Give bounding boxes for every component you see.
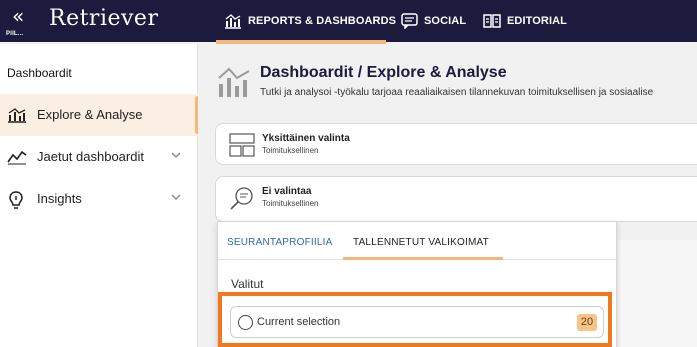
card-title: Ei valintaa xyxy=(262,186,312,197)
nav-reports-dashboards[interactable]: REPORTS & DASHBOARDS xyxy=(224,0,396,42)
panel-tabs: SEURANTAPROFIILIA TALLENNETUT VALIKOIMAT xyxy=(218,222,618,260)
lightbulb-icon xyxy=(9,191,23,209)
sidebar-header: Dashboardit xyxy=(0,44,197,95)
trend-line-icon xyxy=(7,150,27,165)
tab-seurantaprofiilia[interactable]: SEURANTAPROFIILIA xyxy=(227,237,332,248)
collapse-label: PIIL... xyxy=(6,31,24,37)
background-area xyxy=(618,240,697,347)
nav-social-label: SOCIAL xyxy=(424,15,467,27)
tab-tallennetut-valikoimat[interactable]: TALLENNETUT VALIKOIMAT xyxy=(353,237,489,248)
sidebar-item-jaetut-dashboardit[interactable]: Jaetut dashboardit xyxy=(0,136,198,178)
selection-card-yksittainen[interactable]: Yksittäinen valinta Toimituksellinen xyxy=(215,123,697,165)
bar-chart-icon xyxy=(225,14,241,29)
chevron-down-icon[interactable] xyxy=(170,149,182,161)
top-bar: « PIIL... Retriever REPORTS & DASHBOARDS… xyxy=(0,0,697,42)
page-description: Tutki ja analysoi -työkalu tarjoaa reaal… xyxy=(260,87,654,98)
section-label: Valitut xyxy=(231,277,264,291)
nav-editorial-label: EDITORIAL xyxy=(507,15,567,27)
analytics-icon xyxy=(218,67,250,97)
page-title: Dashboardit / Explore & Analyse xyxy=(260,64,507,81)
double-chevron-left-icon: « xyxy=(12,4,25,28)
card-subtitle: Toimituksellinen xyxy=(262,146,319,155)
sidebar-item-insights[interactable]: Insights xyxy=(0,178,198,220)
bar-chart-icon xyxy=(8,108,26,123)
nav-editorial[interactable]: EDITORIAL xyxy=(483,0,567,42)
card-subtitle: Toimituksellinen xyxy=(262,199,319,208)
highlight-box xyxy=(218,292,612,347)
nav-reports-label: REPORTS & DASHBOARDS xyxy=(248,15,397,27)
sidebar: Dashboardit Explore & Analyse Jaetut das… xyxy=(0,44,200,347)
card-title: Yksittäinen valinta xyxy=(262,133,350,144)
chevron-down-icon[interactable] xyxy=(170,191,182,203)
chat-icon xyxy=(401,13,418,29)
sidebar-item-label: Insights xyxy=(37,191,82,206)
sidebar-item-label: Jaetut dashboardit xyxy=(37,149,144,164)
brand-logo[interactable]: Retriever xyxy=(49,6,158,31)
search-icon xyxy=(230,187,253,210)
collapse-sidebar-button[interactable]: « PIIL... xyxy=(4,4,34,38)
selection-card-ei-valintaa[interactable]: Ei valintaa Toimituksellinen xyxy=(215,176,697,222)
sidebar-item-explore-analyse[interactable]: Explore & Analyse xyxy=(0,94,200,136)
nav-social[interactable]: SOCIAL xyxy=(401,0,466,42)
active-tab-indicator xyxy=(343,257,503,260)
book-icon xyxy=(483,14,501,28)
sidebar-item-label: Explore & Analyse xyxy=(37,107,143,122)
layout-icon xyxy=(229,133,255,157)
